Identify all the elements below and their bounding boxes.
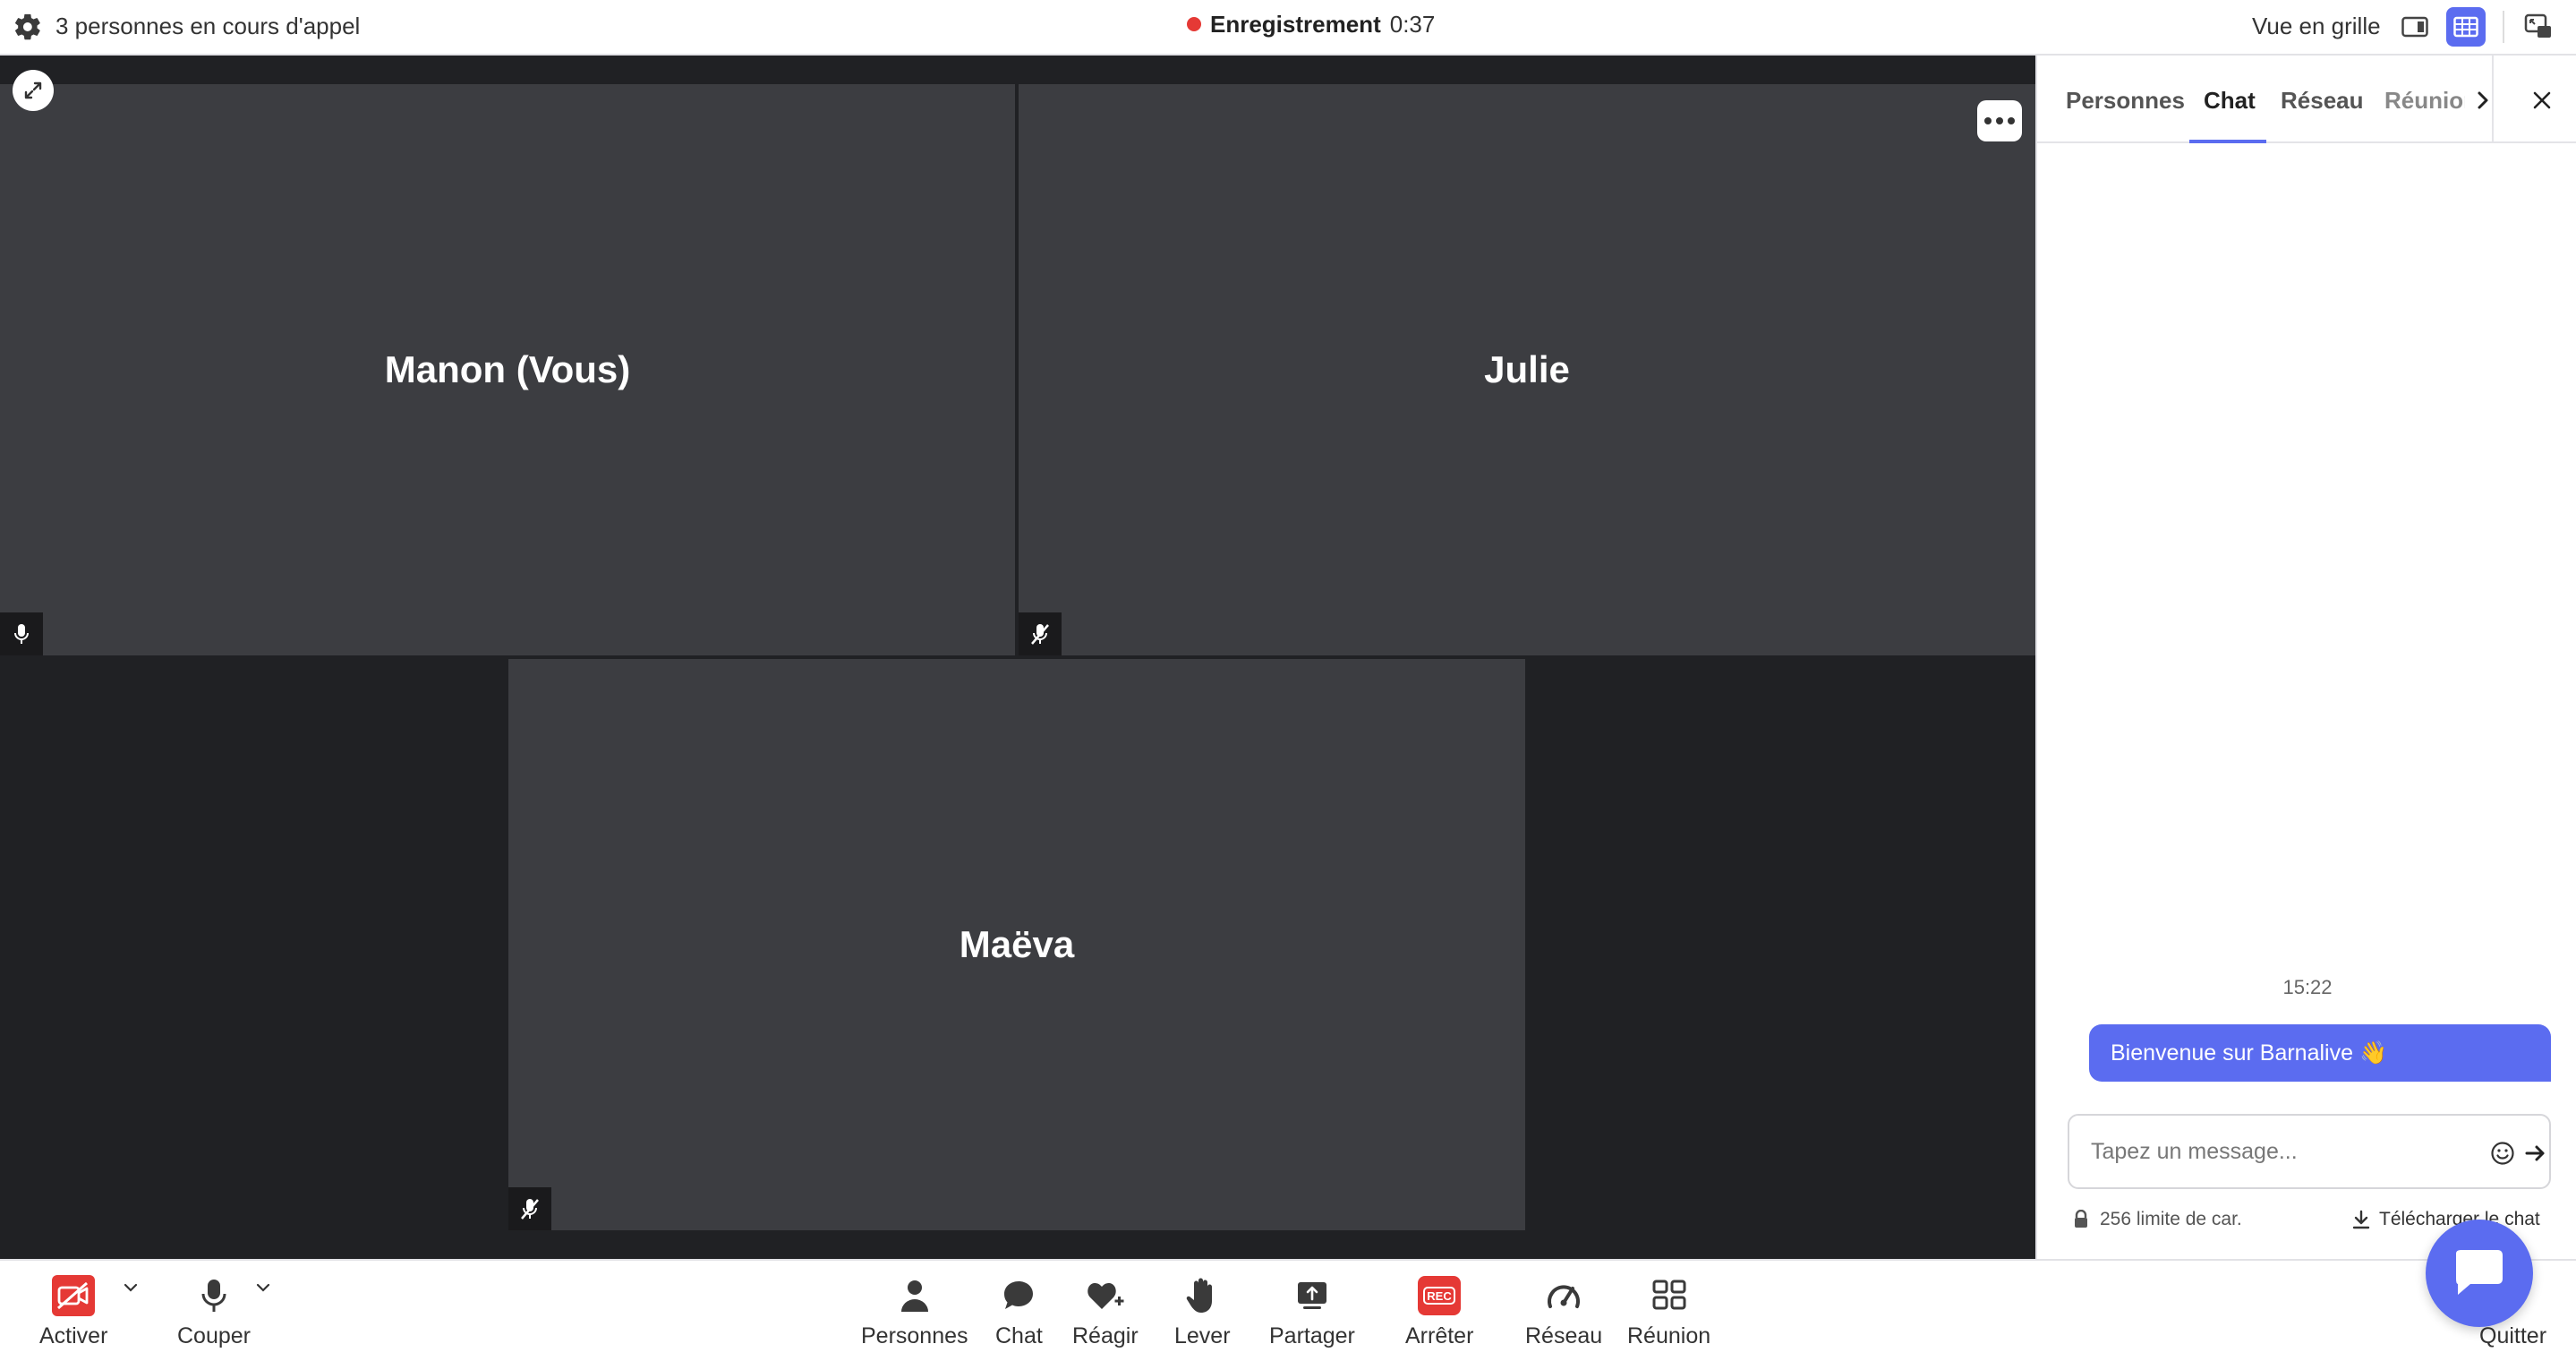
mute-label: Couper <box>177 1323 251 1348</box>
participant-tile-manon[interactable]: Manon (Vous) <box>0 84 1015 655</box>
people-label: Personnes <box>861 1323 968 1348</box>
participant-name: Maëva <box>959 923 1075 965</box>
chevron-down-icon[interactable] <box>254 1279 272 1297</box>
chevron-right-icon[interactable] <box>2467 82 2499 118</box>
picture-in-picture-button[interactable] <box>2519 7 2558 47</box>
char-limit-text: 256 limite de car. <box>2100 1209 2242 1229</box>
download-chat-link[interactable]: Télécharger le chat <box>2352 1209 2540 1230</box>
microphone-muted-icon <box>508 1187 551 1230</box>
download-icon <box>2352 1210 2370 1229</box>
message-input[interactable] <box>2091 1134 2467 1169</box>
top-bar: 3 personnes en cours d'appel Enregistrem… <box>0 0 2576 56</box>
microphone-muted-icon <box>1019 612 1062 655</box>
people-button[interactable]: Personnes <box>861 1273 968 1349</box>
gauge-icon <box>1548 1285 1581 1308</box>
recording-indicator: Enregistrement 0:37 <box>1187 10 1435 39</box>
microphone-icon <box>201 1280 226 1312</box>
network-label: Réseau <box>1525 1323 1603 1348</box>
tab-reunion[interactable]: Réunion <box>2384 86 2465 115</box>
view-mode-label: Vue en grille <box>2252 13 2381 39</box>
tab-personnes[interactable]: Personnes <box>2066 86 2185 115</box>
side-panel: Personnes Chat Réseau Réunion 15:22 Bien… <box>2035 56 2576 1259</box>
chat-bubble-icon <box>1004 1281 1034 1309</box>
stop-recording-button[interactable]: REC Arrêter <box>1405 1273 1473 1349</box>
expand-icon[interactable] <box>13 70 54 111</box>
share-screen-label: Partager <box>1269 1323 1355 1348</box>
char-limit-note: 256 limite de car. <box>2073 1209 2242 1230</box>
meeting-button[interactable]: Réunion <box>1627 1273 1710 1349</box>
recording-dot-icon <box>1187 17 1201 31</box>
tab-reseau[interactable]: Réseau <box>2281 86 2364 115</box>
recording-time: 0:37 <box>1389 10 1436 38</box>
chat-button[interactable]: Chat <box>995 1273 1043 1349</box>
message-input-box <box>2068 1114 2551 1189</box>
tab-chat[interactable]: Chat <box>2204 86 2256 115</box>
leave-label: Quitter <box>2479 1323 2547 1348</box>
camera-off-icon <box>52 1275 96 1316</box>
lock-icon <box>2075 1210 2087 1228</box>
mute-button[interactable]: Couper <box>177 1273 251 1349</box>
participants-count: 3 personnes en cours d'appel <box>55 13 361 39</box>
panel-tabs: Personnes Chat Réseau Réunion <box>2037 56 2576 143</box>
heart-plus-icon <box>1088 1282 1124 1309</box>
sidebar-view-button[interactable] <box>2395 7 2435 47</box>
rec-icon: REC <box>1418 1276 1462 1315</box>
hand-icon <box>1186 1278 1213 1313</box>
participant-name: Julie <box>1484 348 1570 390</box>
camera-toggle-button[interactable]: Activer <box>39 1273 107 1349</box>
react-label: Réagir <box>1072 1323 1139 1348</box>
floating-chat-button[interactable] <box>2426 1220 2533 1327</box>
meeting-label: Réunion <box>1627 1323 1711 1348</box>
settings-gear-icon[interactable] <box>13 12 43 42</box>
more-options-button[interactable] <box>1977 100 2022 141</box>
rec-badge-text: REC <box>1427 1289 1452 1303</box>
screen-share-icon <box>1297 1282 1326 1309</box>
tabs-divider <box>2492 56 2494 143</box>
active-tab-indicator <box>2189 140 2266 143</box>
chat-label: Chat <box>995 1323 1043 1348</box>
video-stage: Manon (Vous) Julie Maëva <box>0 56 2035 1259</box>
person-icon <box>900 1280 928 1312</box>
participant-name: Manon (Vous) <box>384 348 631 390</box>
microphone-on-icon <box>0 612 43 655</box>
react-button[interactable]: Réagir <box>1072 1273 1139 1349</box>
close-icon[interactable] <box>2524 82 2560 118</box>
emoji-icon[interactable] <box>2488 1139 2517 1168</box>
grid-view-button[interactable] <box>2446 7 2486 47</box>
share-screen-button[interactable]: Partager <box>1269 1273 1355 1349</box>
camera-toggle-label: Activer <box>39 1323 108 1348</box>
stop-recording-label: Arrêter <box>1405 1323 1474 1348</box>
raise-hand-label: Lever <box>1174 1323 1231 1348</box>
grid-icon <box>1652 1280 1686 1310</box>
chat-message: Bienvenue sur Barnalive 👋 <box>2089 1024 2551 1082</box>
bottom-toolbar: Activer Couper Personnes Chat Réagir Lev… <box>0 1259 2576 1361</box>
message-timestamp: 15:22 <box>2282 976 2333 998</box>
chat-bubble-icon <box>2456 1250 2503 1295</box>
recording-label: Enregistrement <box>1210 10 1381 38</box>
participant-tile-julie[interactable]: Julie <box>1019 84 2035 655</box>
raise-hand-button[interactable]: Lever <box>1174 1273 1231 1349</box>
chevron-down-icon[interactable] <box>122 1279 140 1297</box>
participant-tile-maeva[interactable]: Maëva <box>508 659 1525 1230</box>
network-button[interactable]: Réseau <box>1525 1273 1602 1349</box>
send-arrow-icon[interactable] <box>2522 1139 2549 1168</box>
toolbar-divider <box>2503 11 2504 43</box>
